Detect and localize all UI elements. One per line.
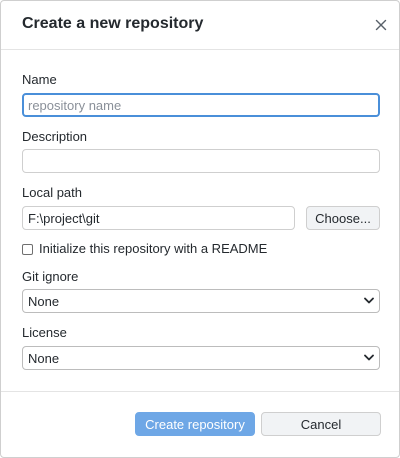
git-ignore-label: Git ignore: [22, 269, 79, 284]
license-selected-value: None: [28, 351, 60, 366]
git-ignore-select[interactable]: None: [22, 289, 380, 313]
name-input[interactable]: [22, 93, 380, 117]
create-repository-button[interactable]: Create repository: [135, 412, 255, 436]
license-label: License: [22, 325, 67, 340]
readme-checkbox-label: Initialize this repository with a README: [39, 241, 268, 256]
dialog-header: Create a new repository: [1, 1, 399, 50]
readme-option[interactable]: Initialize this repository with a README: [22, 241, 267, 257]
footer-divider: [1, 391, 399, 392]
chevron-down-icon: [364, 354, 374, 362]
local-path-input[interactable]: [22, 206, 295, 230]
close-icon: [375, 19, 387, 31]
git-ignore-selected-value: None: [28, 294, 60, 309]
close-button[interactable]: [372, 16, 390, 34]
description-label: Description: [22, 129, 88, 144]
chevron-down-icon: [364, 297, 374, 305]
name-label: Name: [22, 72, 57, 87]
description-input[interactable]: [22, 149, 380, 173]
create-repository-dialog: Create a new repository Name Description…: [0, 0, 400, 458]
cancel-button[interactable]: Cancel: [261, 412, 381, 436]
choose-path-button[interactable]: Choose...: [306, 206, 380, 230]
readme-checkbox[interactable]: [22, 243, 33, 255]
license-select[interactable]: None: [22, 346, 380, 370]
dialog-title: Create a new repository: [22, 15, 204, 32]
local-path-label: Local path: [22, 185, 82, 200]
